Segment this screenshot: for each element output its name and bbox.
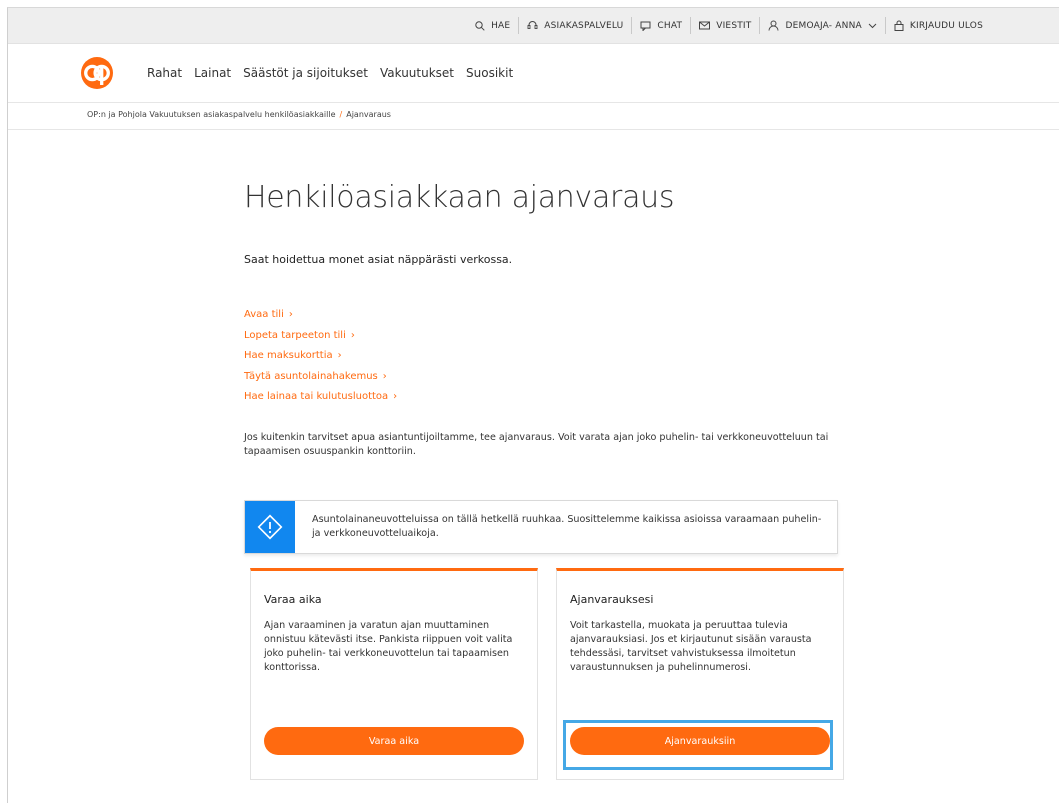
chevron-right-icon: › [288, 309, 293, 320]
op-logo[interactable] [81, 57, 113, 89]
notice-box: Asuntolainaneuvotteluissa on tällä hetke… [244, 500, 838, 554]
browser-frame: HAE ASIAKASPALVELU CHAT VIESTIT DEMOAJA-… [7, 7, 1059, 803]
chat-link[interactable]: CHAT [631, 17, 690, 34]
link-open-account[interactable]: Avaa tili › [244, 309, 397, 330]
intro-paragraph: Jos kuitenkin tarvitset apua asiantuntij… [244, 432, 829, 457]
my-bookings-card: Ajanvarauksesi Voit tarkastella, muokata… [556, 568, 844, 780]
search-label: HAE [491, 20, 511, 31]
search-link[interactable]: HAE [467, 17, 518, 34]
link-label: Hae maksukorttia [244, 350, 333, 361]
card-title: Varaa aika [264, 593, 322, 606]
lock-icon [894, 20, 904, 31]
utility-items: HAE ASIAKASPALVELU CHAT VIESTIT DEMOAJA-… [467, 8, 991, 43]
headset-icon [527, 21, 538, 29]
link-label: Hae lainaa tai kulutusluottoa [244, 391, 389, 402]
nav-item-rahat[interactable]: Rahat [147, 66, 182, 80]
chevron-right-icon: › [393, 391, 398, 402]
logout-link[interactable]: KIRJAUDU ULOS [884, 17, 991, 34]
link-close-account[interactable]: Lopeta tarpeeton tili › [244, 330, 397, 351]
link-label: Avaa tili [244, 309, 284, 320]
nav-links: Rahat Lainat Säästöt ja sijoitukset Vaku… [147, 44, 525, 102]
link-loan-application[interactable]: Hae lainaa tai kulutusluottoa › [244, 391, 397, 412]
link-label: Täytä asuntolainahakemus [244, 370, 378, 382]
chat-label: CHAT [657, 20, 683, 31]
mail-icon [699, 21, 711, 30]
book-appointment-card: Varaa aika Ajan varaaminen ja varatun aj… [250, 568, 538, 780]
user-name: DEMOAJA- ANNA [785, 20, 862, 31]
my-bookings-button[interactable]: Ajanvarauksiin [570, 727, 830, 755]
book-appointment-button[interactable]: Varaa aika [264, 727, 524, 755]
chat-icon [640, 21, 651, 31]
breadcrumb-current: Ajanvaraus [346, 110, 391, 119]
search-icon [475, 20, 485, 31]
main-navigation: Rahat Lainat Säästöt ja sijoitukset Vaku… [8, 44, 1059, 103]
link-mortgage-application[interactable]: Täytä asuntolainahakemus › [244, 371, 397, 392]
notice-icon-box [245, 501, 295, 553]
logout-label: KIRJAUDU ULOS [909, 20, 983, 31]
utility-bar: HAE ASIAKASPALVELU CHAT VIESTIT DEMOAJA-… [8, 8, 1059, 44]
lead-text: Saat hoidettua monet asiat näppärästi ve… [244, 253, 513, 266]
messages-label: VIESTIT [716, 20, 752, 31]
customer-service-label: ASIAKASPALVELU [544, 20, 624, 31]
page-title: Henkilöasiakkaan ajanvaraus [244, 180, 675, 215]
warning-icon [257, 514, 283, 540]
user-menu[interactable]: DEMOAJA- ANNA [759, 17, 884, 34]
chevron-down-icon [868, 23, 877, 28]
quick-links: Avaa tili › Lopeta tarpeeton tili › Hae ma… [244, 309, 397, 412]
chevron-right-icon: › [337, 350, 342, 361]
user-icon [768, 20, 779, 31]
messages-link[interactable]: VIESTIT [690, 17, 759, 34]
notice-text: Asuntolainaneuvotteluissa on tällä hetke… [312, 514, 822, 539]
nav-item-lainat[interactable]: Lainat [194, 66, 231, 80]
breadcrumb-separator: / [339, 110, 343, 119]
link-label: Lopeta tarpeeton tili [244, 329, 346, 341]
card-text: Voit tarkastella, muokata ja peruuttaa t… [570, 620, 812, 673]
nav-item-saastot[interactable]: Säästöt ja sijoitukset [243, 66, 368, 80]
card-title: Ajanvarauksesi [570, 593, 654, 606]
nav-item-vakuutukset[interactable]: Vakuutukset [380, 66, 454, 80]
customer-service-link[interactable]: ASIAKASPALVELU [518, 17, 631, 34]
breadcrumb-parent[interactable]: OP:n ja Pohjola Vakuutuksen asiakaspalve… [87, 110, 336, 119]
divider [8, 129, 1059, 130]
chevron-right-icon: › [350, 329, 355, 341]
nav-item-suosikit[interactable]: Suosikit [466, 66, 513, 80]
chevron-right-icon: › [382, 370, 387, 382]
breadcrumb: OP:n ja Pohjola Vakuutuksen asiakaspalve… [87, 110, 391, 119]
card-text: Ajan varaaminen ja varatun ajan muuttami… [264, 620, 513, 673]
link-payment-card[interactable]: Hae maksukorttia › [244, 350, 397, 371]
